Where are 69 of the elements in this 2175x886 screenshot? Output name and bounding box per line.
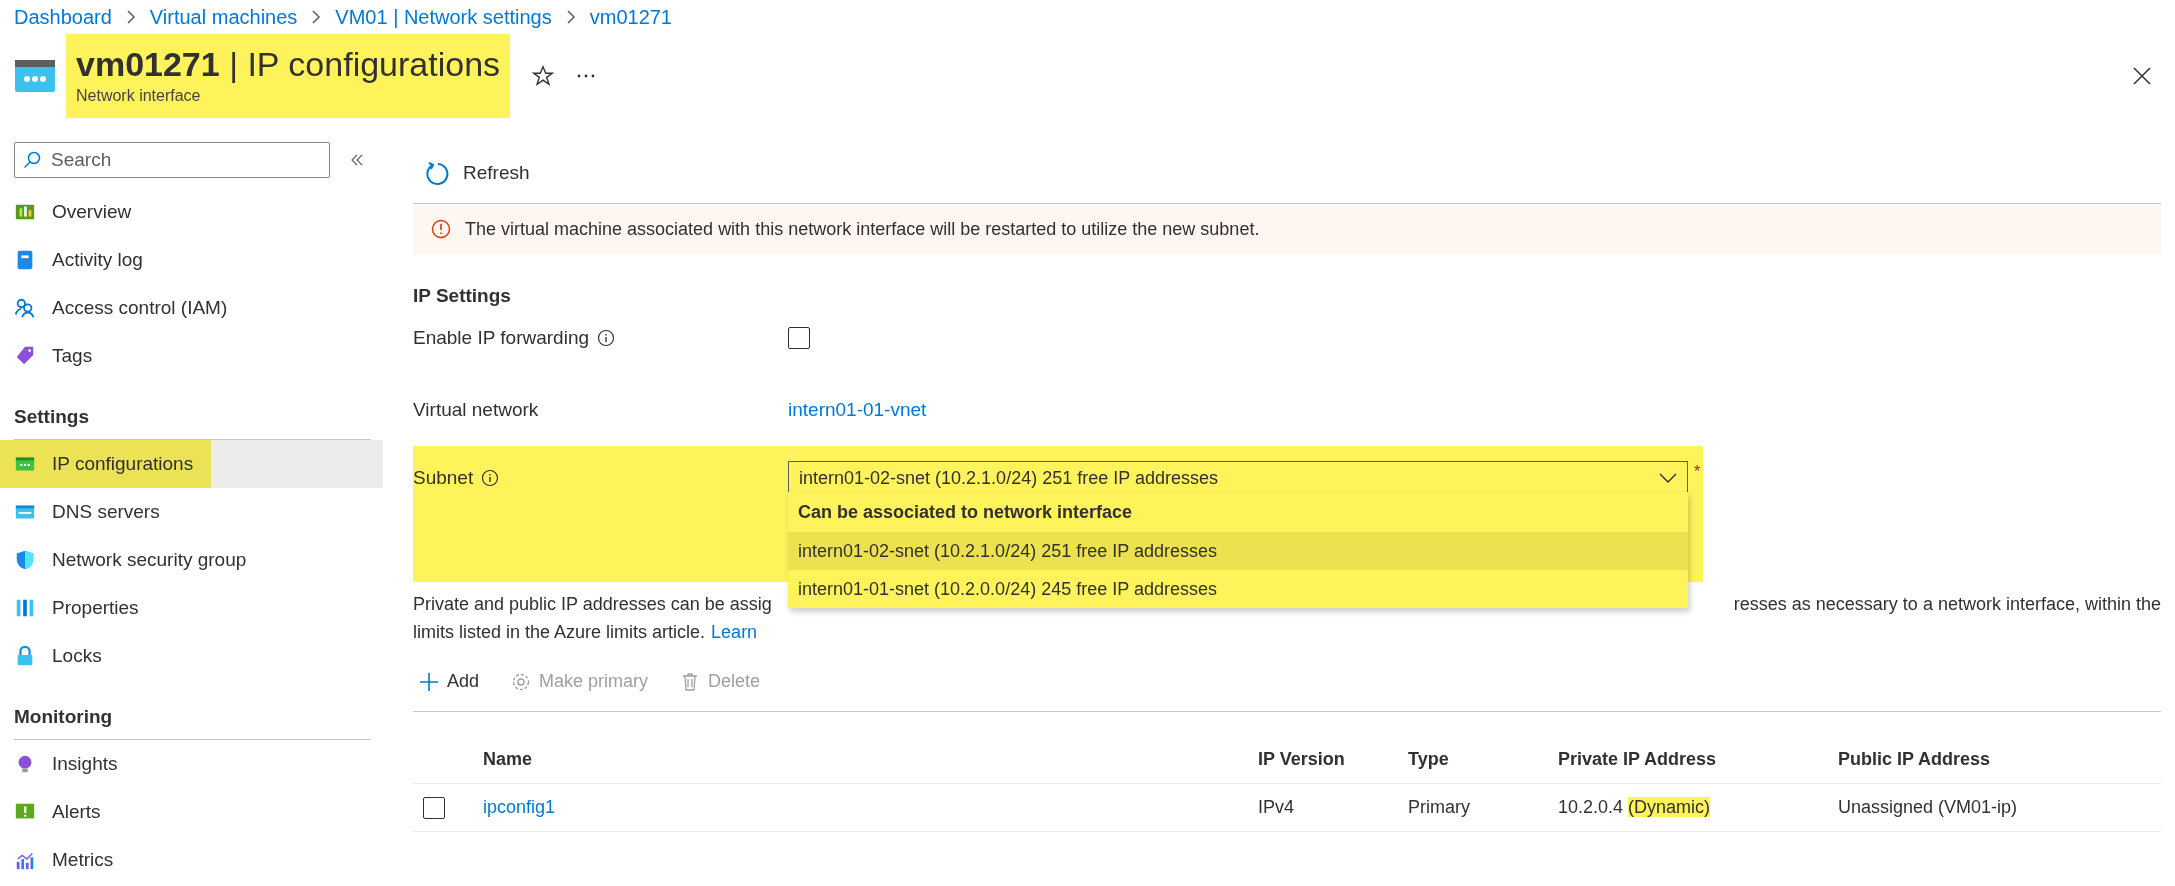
chevron-right-icon <box>125 9 136 25</box>
more-icon[interactable] <box>576 73 597 79</box>
close-icon[interactable] <box>2133 67 2151 85</box>
description-text: Private and public IP addresses can be assig <box>413 593 772 616</box>
breadcrumb-link[interactable]: Virtual machines <box>149 2 298 32</box>
sidebar-item[interactable]: Overview <box>0 188 383 236</box>
refresh-icon <box>425 160 451 187</box>
table-cell-text: IPv4 <box>1258 796 1295 819</box>
chevron-right-icon <box>311 9 322 25</box>
column-header: IP Version <box>1258 748 1346 771</box>
sidebar-item[interactable]: IP configurations <box>0 440 383 488</box>
learn-more-link[interactable]: Learn <box>711 618 758 646</box>
sidebar-item[interactable]: Tags <box>0 332 383 380</box>
sidebar-item[interactable]: Locks <box>0 632 383 680</box>
column-header: Name <box>483 748 534 771</box>
sidebar-item[interactable]: DNS servers <box>0 488 383 536</box>
table-cell-text: Unassigned (VM01-ip) <box>1838 796 2018 819</box>
table-cell-text: 10.2.0.4 (Dynamic) <box>1558 796 1711 819</box>
column-header: Private IP Address <box>1558 748 1718 771</box>
page-title: vm01271 | IP configurations <box>76 44 501 84</box>
search-field[interactable]: Search <box>14 142 330 178</box>
column-header: Type <box>1408 748 1450 771</box>
search-icon <box>23 151 41 169</box>
sidebar-item[interactable]: Access control (IAM) <box>0 284 383 332</box>
checkbox[interactable] <box>788 327 810 349</box>
column-header: Public IP Address <box>1838 748 1992 771</box>
sidebar-item[interactable]: Alerts <box>0 788 383 836</box>
config-name-link[interactable]: ipconfig1 <box>483 794 556 821</box>
virtual-network-link[interactable]: intern01-01-vnet <box>788 395 927 424</box>
info-icon[interactable] <box>597 329 616 347</box>
shield-icon <box>14 549 36 571</box>
info-icon[interactable] <box>481 469 500 487</box>
page-subtitle: Network interface <box>76 86 202 106</box>
plus-icon <box>419 671 439 692</box>
bars-icon <box>14 597 36 619</box>
collapse-icon[interactable] <box>350 153 364 167</box>
sidebar-item[interactable]: Activity log <box>0 236 383 284</box>
people-icon <box>14 297 36 319</box>
table-cell-text: Primary <box>1408 796 1470 819</box>
chevron-down-icon <box>1659 473 1677 483</box>
dropdown-option[interactable]: intern01-01-snet (10.2.0.0/24) 245 free IP addresses <box>788 570 1688 608</box>
sidebar-item[interactable]: Insights <box>0 740 383 788</box>
warning-text: The virtual machine associated with this network interface will be restarted to utilize the new subnet. <box>465 217 1260 241</box>
tag-icon <box>14 345 36 367</box>
toolbar-button[interactable]: Add <box>413 668 486 695</box>
field-label: Enable IP forwarding <box>413 325 590 350</box>
section-heading: Settings <box>14 404 89 429</box>
row-checkbox[interactable] <box>423 796 445 819</box>
required-mark: * <box>1694 462 1701 482</box>
sidebar-item[interactable]: Network security group <box>0 536 383 584</box>
section-heading: IP Settings <box>413 283 511 308</box>
field-label: Virtual network <box>413 397 540 422</box>
sidebar-item[interactable]: Properties <box>0 584 383 632</box>
sidebar-item[interactable]: Metrics <box>0 836 383 884</box>
description-text: resses as necessary to a network interface, within the <box>1733 593 2161 616</box>
star-icon[interactable] <box>532 65 555 87</box>
settings-icon <box>511 671 532 692</box>
dropdown-option[interactable]: intern01-02-snet (10.2.1.0/24) 251 free IP addresses <box>788 532 1688 570</box>
breadcrumb-link[interactable]: Dashboard <box>14 2 112 32</box>
warning-icon <box>431 219 451 239</box>
description-text: limits listed in the Azure limits article. <box>413 621 706 644</box>
network-card-icon <box>14 58 56 94</box>
field-label: Subnet <box>413 465 474 490</box>
chevron-right-icon <box>565 9 576 25</box>
section-heading: Monitoring <box>14 704 113 729</box>
dropdown-group-header: Can be associated to network interface <box>798 500 1133 524</box>
refresh-button[interactable]: Refresh <box>413 159 542 188</box>
breadcrumb-link[interactable]: VM01 | Network settings <box>335 2 552 32</box>
breadcrumb-link[interactable]: vm01271 <box>589 2 672 32</box>
